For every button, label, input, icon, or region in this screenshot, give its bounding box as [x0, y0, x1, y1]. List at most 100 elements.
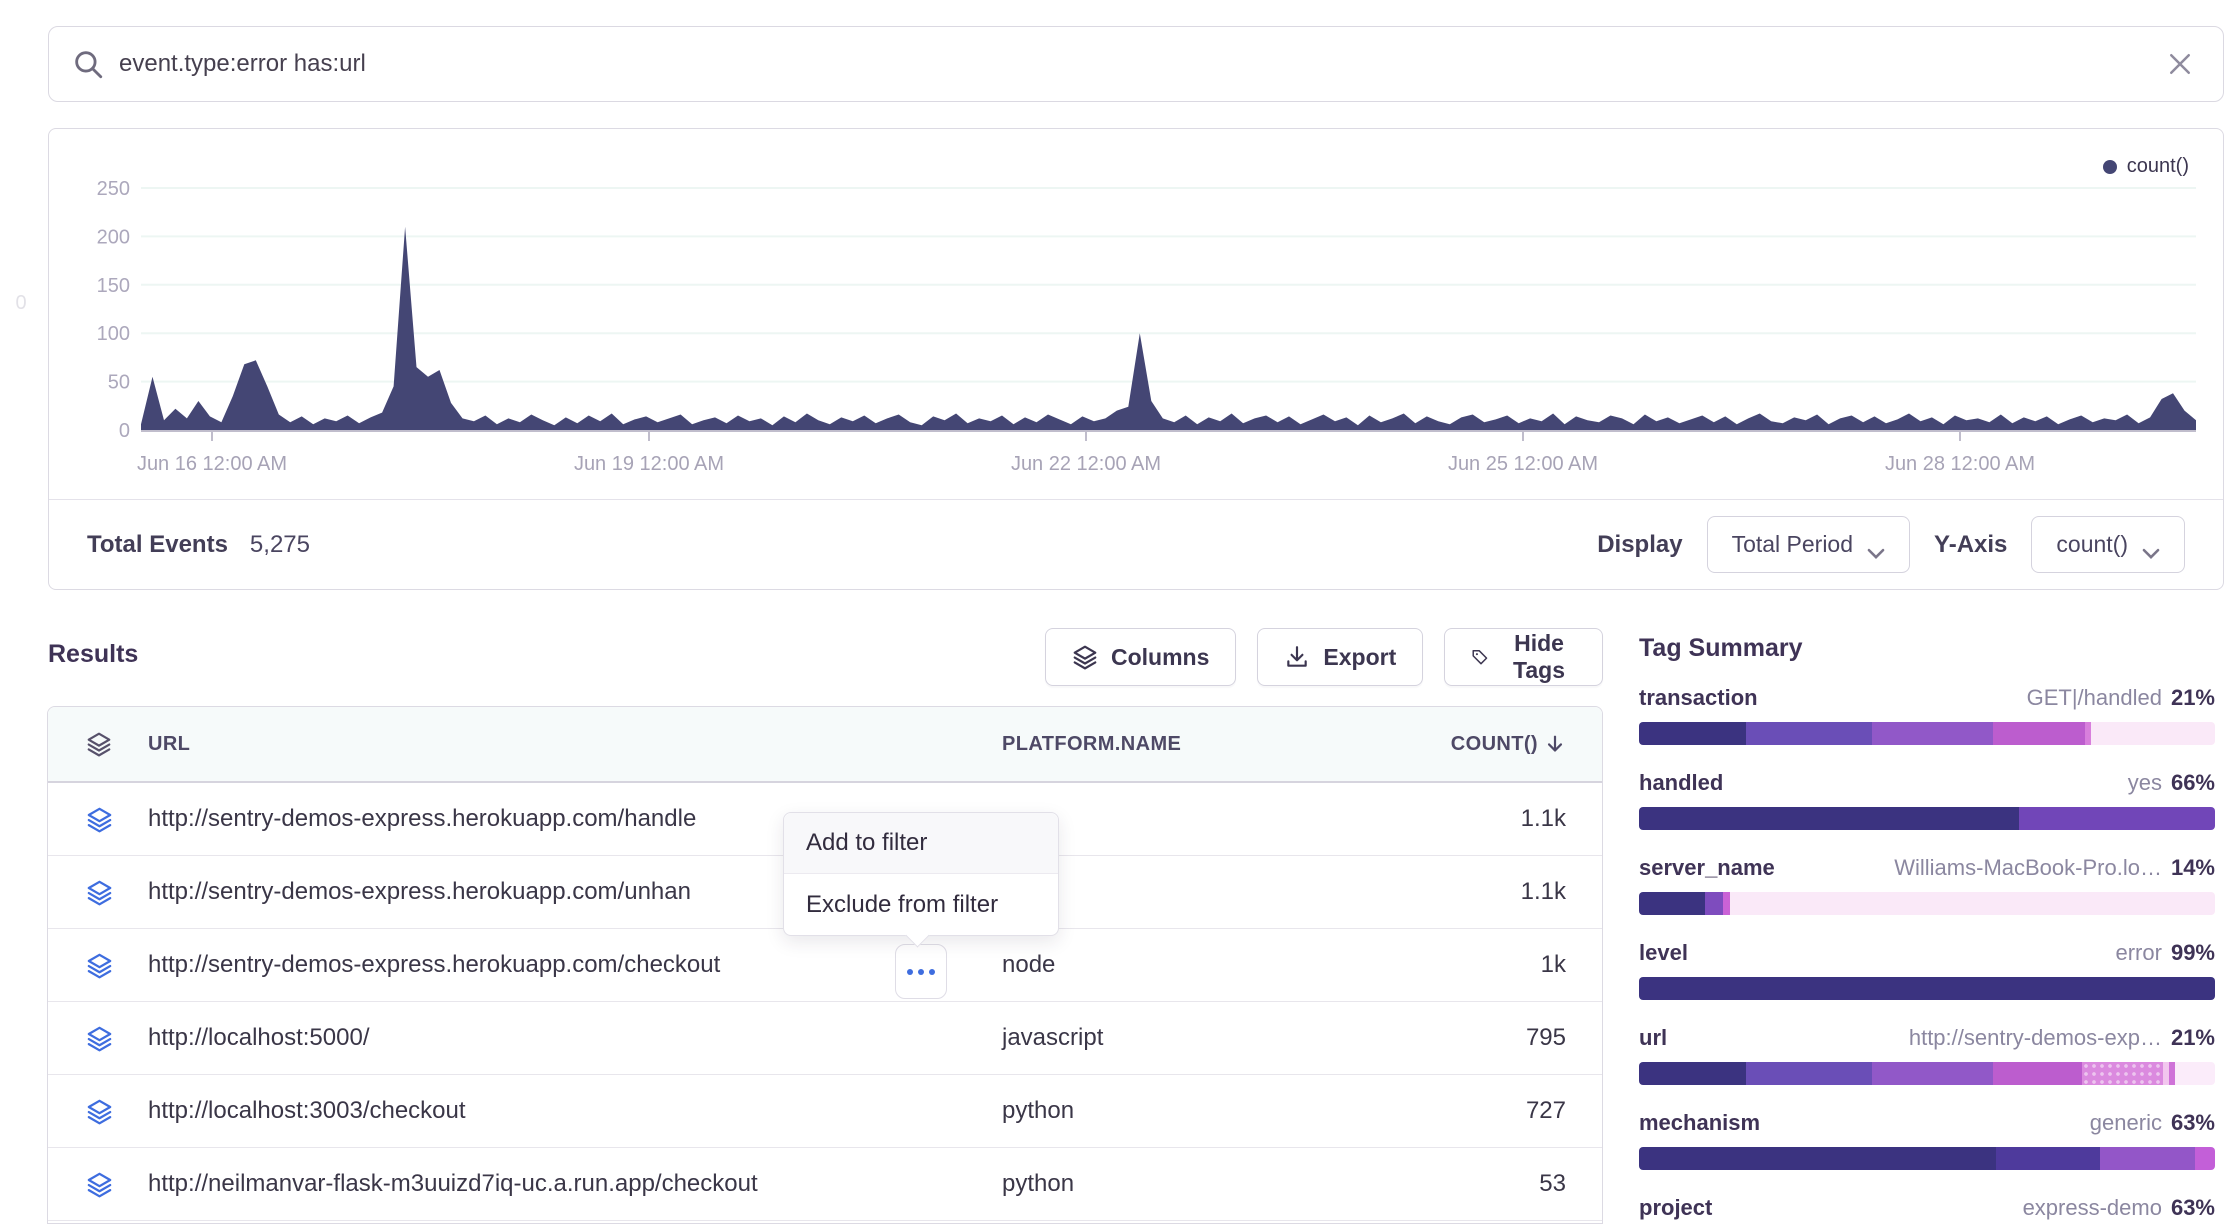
tag-name: server_name: [1639, 855, 1775, 881]
cell-url[interactable]: http://localhost:5000/: [148, 1024, 1002, 1052]
tag-bar-segment[interactable]: [2175, 1062, 2215, 1085]
export-button[interactable]: Export: [1257, 628, 1423, 686]
close-icon[interactable]: [2165, 49, 2195, 79]
layers-icon: [1072, 644, 1098, 670]
tag-bar-segment[interactable]: [1730, 892, 2215, 915]
menu-item-add-to-filter[interactable]: Add to filter: [784, 813, 1058, 874]
legend-series-dot: [2103, 160, 2117, 174]
tag-bar-segment[interactable]: [1993, 722, 2085, 745]
tag-percentage: 14%: [2171, 855, 2215, 881]
svg-text:Jun 22 12:00 AM: Jun 22 12:00 AM: [1011, 453, 1161, 475]
tag-bar-segment[interactable]: [2091, 722, 2215, 745]
layers-icon: [86, 1025, 113, 1052]
tag-bar-segment[interactable]: [2082, 1062, 2163, 1085]
y-axis-label: Y-Axis: [1934, 531, 2007, 559]
cell-count[interactable]: 795: [1332, 1024, 1603, 1052]
tag-row-mechanism: mechanismgeneric63%: [1639, 1110, 2215, 1136]
table-row: http://localhost:3003/checkoutpython727: [48, 1075, 1602, 1148]
tag-distribution-bar[interactable]: [1639, 807, 2215, 830]
cell-count[interactable]: 1k: [1332, 951, 1603, 979]
columns-button[interactable]: Columns: [1045, 628, 1236, 686]
table-row: http://neilmanvar-flask-m3uuizd7iq-uc.a.…: [48, 1148, 1602, 1221]
svg-text:Jun 25 12:00 AM: Jun 25 12:00 AM: [1448, 453, 1598, 475]
cell-platform[interactable]: node: [1002, 951, 1332, 979]
tag-bar-segment[interactable]: [1639, 1062, 1746, 1085]
column-header-count[interactable]: COUNT(): [1332, 733, 1603, 756]
column-header-url[interactable]: URL: [148, 733, 1002, 756]
legend-series-label: count(): [2127, 155, 2189, 178]
tag-top-value: error: [2116, 940, 2162, 966]
tag-bar-segment[interactable]: [1639, 722, 1746, 745]
tag-bar-segment[interactable]: [1639, 1147, 1996, 1170]
svg-text:200: 200: [97, 226, 130, 248]
display-dropdown-value: Total Period: [1732, 531, 1853, 558]
y-axis-dropdown[interactable]: count(): [2031, 516, 2185, 573]
tag-distribution-bar[interactable]: [1639, 892, 2215, 915]
tag-name: handled: [1639, 770, 1723, 796]
tag-distribution-bar[interactable]: [1639, 1062, 2215, 1085]
tag-bar-segment[interactable]: [1872, 1062, 1993, 1085]
tag-bar-segment[interactable]: [1993, 1062, 2082, 1085]
tag-distribution-bar[interactable]: [1639, 1147, 2215, 1170]
tag-bar-segment[interactable]: [1705, 892, 1722, 915]
cell-platform[interactable]: python: [1002, 1170, 1332, 1198]
sidebar-peek-artifact: 0: [10, 290, 32, 316]
tag-bar-segment[interactable]: [2195, 1147, 2215, 1170]
layers-icon: [86, 1098, 113, 1125]
cell-url[interactable]: http://sentry-demos-express.herokuapp.co…: [148, 951, 1002, 979]
tag-bar-segment[interactable]: [1639, 807, 2019, 830]
layers-icon: [86, 952, 113, 979]
svg-text:Jun 16 12:00 AM: Jun 16 12:00 AM: [137, 453, 287, 475]
tag-name: url: [1639, 1025, 1667, 1051]
chart-legend[interactable]: count(): [2103, 155, 2189, 178]
total-events-value: 5,275: [250, 531, 310, 559]
svg-text:0: 0: [119, 420, 130, 442]
search-input[interactable]: [119, 50, 2165, 78]
chart-footer: Total Events 5,275 Display Total Period …: [49, 499, 2223, 589]
cell-count[interactable]: 1.1k: [1332, 805, 1603, 833]
tag-name: level: [1639, 940, 1688, 966]
tag-top-value: GET|/handled: [2027, 685, 2162, 711]
tag-bar-segment[interactable]: [2019, 807, 2215, 830]
svg-text:100: 100: [97, 323, 130, 345]
tag-percentage: 66%: [2171, 770, 2215, 796]
tag-bar-segment[interactable]: [1746, 722, 1873, 745]
layers-icon: [86, 731, 112, 757]
cell-count[interactable]: 53: [1332, 1170, 1603, 1198]
tag-distribution-bar[interactable]: [1639, 977, 2215, 1000]
tag-name: transaction: [1639, 685, 1758, 711]
hide-tags-button[interactable]: Hide Tags: [1444, 628, 1603, 686]
menu-item-exclude-from-filter[interactable]: Exclude from filter: [784, 874, 1058, 935]
tag-bar-segment[interactable]: [1639, 977, 2215, 1000]
tag-bar-segment[interactable]: [1872, 722, 1993, 745]
cell-count[interactable]: 1.1k: [1332, 878, 1603, 906]
total-events-label: Total Events: [87, 531, 228, 559]
tag-name: project: [1639, 1195, 1712, 1221]
cell-count[interactable]: 727: [1332, 1097, 1603, 1125]
tag-top-value: yes: [2128, 770, 2162, 796]
cell-actions-ellipsis-button[interactable]: [895, 944, 947, 999]
search-bar[interactable]: [48, 26, 2224, 102]
tag-bar-segment[interactable]: [1746, 1062, 1873, 1085]
layers-icon: [86, 806, 113, 833]
display-dropdown[interactable]: Total Period: [1707, 516, 1910, 573]
column-header-platform[interactable]: PLATFORM.NAME: [1002, 733, 1332, 756]
events-chart-panel: 050100150200250Jun 16 12:00 AMJun 19 12:…: [48, 128, 2224, 590]
tag-percentage: 63%: [2171, 1110, 2215, 1136]
tag-percentage: 21%: [2171, 1025, 2215, 1051]
tag-summary-heading: Tag Summary: [1639, 634, 1802, 663]
results-toolbar: Columns Export Hide Tags: [1045, 628, 1603, 686]
tag-bar-segment[interactable]: [1723, 892, 1730, 915]
tag-bar-segment[interactable]: [1996, 1147, 2100, 1170]
cell-platform[interactable]: javascript: [1002, 1024, 1332, 1052]
cell-url[interactable]: http://localhost:3003/checkout: [148, 1097, 1002, 1125]
tag-bar-segment[interactable]: [1639, 892, 1705, 915]
tag-distribution-bar[interactable]: [1639, 722, 2215, 745]
cell-platform[interactable]: python: [1002, 1097, 1332, 1125]
cell-url[interactable]: http://neilmanvar-flask-m3uuizd7iq-uc.a.…: [148, 1170, 1002, 1198]
tag-row-level: levelerror99%: [1639, 940, 2215, 966]
tag-bar-segment[interactable]: [2100, 1147, 2195, 1170]
svg-text:250: 250: [97, 178, 130, 200]
chevron-down-icon: [2142, 539, 2160, 551]
svg-text:150: 150: [97, 275, 130, 297]
